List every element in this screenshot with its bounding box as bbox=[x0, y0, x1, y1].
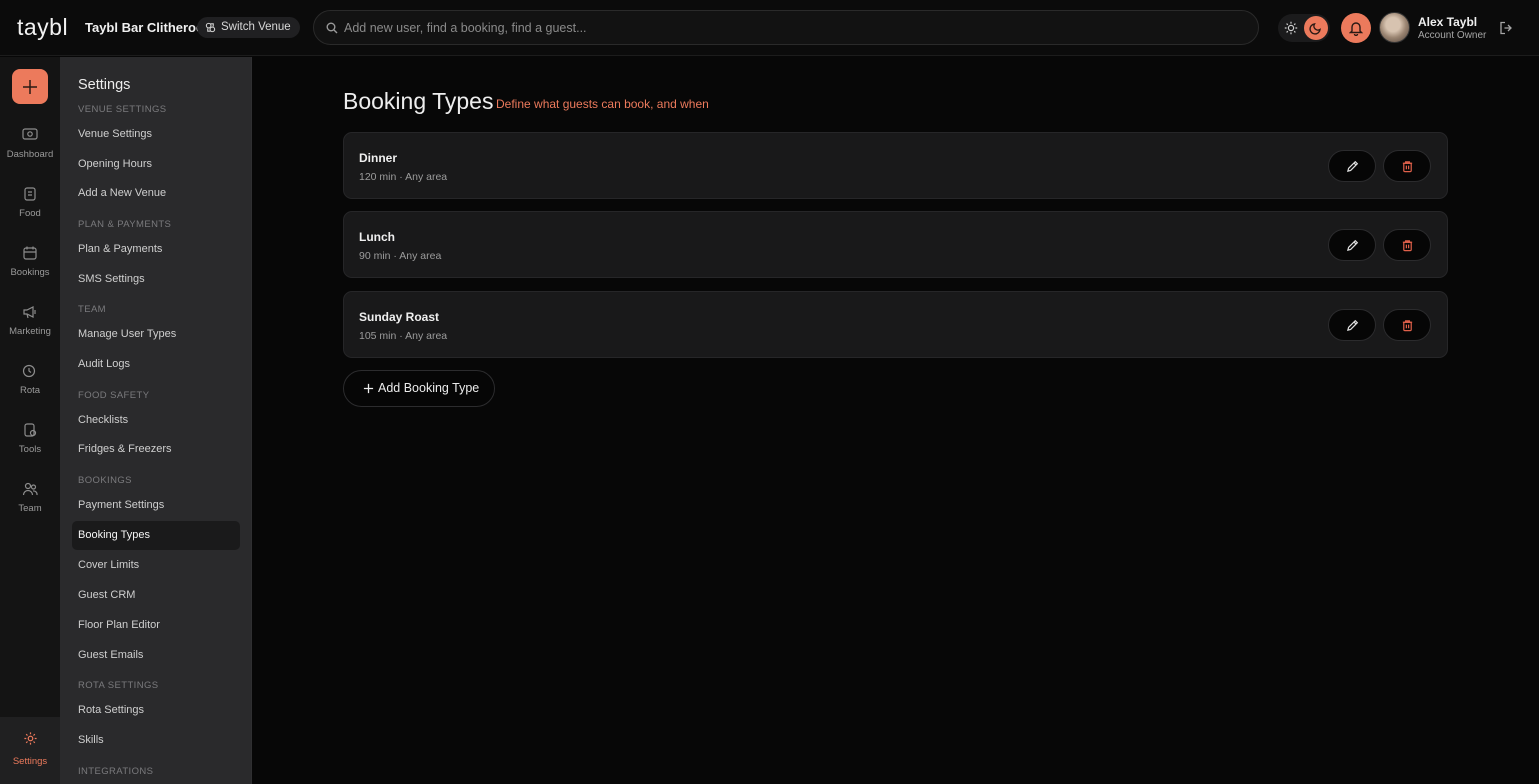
gear-icon bbox=[24, 732, 37, 745]
nav-section-rota-settings: ROTA SETTINGS bbox=[78, 680, 159, 691]
nav-item-guest-emails[interactable]: Guest Emails bbox=[72, 641, 240, 670]
rail-item-settings[interactable]: Settings bbox=[0, 717, 60, 784]
booking-type-meta: 120 min · Any area bbox=[359, 171, 448, 183]
rail-item-bookings[interactable]: Bookings bbox=[0, 245, 60, 295]
rail-item-rota[interactable]: Rota bbox=[0, 363, 60, 413]
moon-icon bbox=[1309, 23, 1321, 35]
theme-toggle[interactable] bbox=[1278, 14, 1330, 42]
icon-rail: Dashboard Food Bookings Marketing Rota T… bbox=[0, 57, 60, 784]
nav-item-skills[interactable]: Skills bbox=[72, 726, 240, 755]
notifications-button[interactable] bbox=[1341, 13, 1371, 43]
rail-item-marketing[interactable]: Marketing bbox=[0, 304, 60, 354]
search-input[interactable] bbox=[344, 11, 1244, 44]
pencil-icon bbox=[1347, 239, 1359, 251]
rail-label-marketing: Marketing bbox=[9, 326, 51, 337]
nav-item-fridges-freezers[interactable]: Fridges & Freezers bbox=[72, 435, 240, 464]
megaphone-icon bbox=[23, 306, 36, 319]
settings-nav: Settings VENUE SETTINGS Venue Settings O… bbox=[60, 57, 252, 784]
nav-section-team: TEAM bbox=[78, 304, 106, 315]
booking-type-name: Lunch bbox=[359, 230, 395, 244]
booking-type-meta: 90 min · Any area bbox=[359, 250, 442, 262]
main-content: Booking Types Define what guests can boo… bbox=[252, 57, 1539, 784]
add-booking-type-button[interactable]: Add Booking Type bbox=[343, 370, 495, 407]
edit-button[interactable] bbox=[1328, 150, 1376, 182]
delete-button[interactable] bbox=[1383, 150, 1431, 182]
rail-item-dashboard[interactable]: Dashboard bbox=[0, 127, 60, 177]
trash-icon bbox=[1402, 320, 1413, 332]
avatar[interactable] bbox=[1379, 12, 1410, 43]
team-icon bbox=[22, 482, 38, 496]
food-icon bbox=[24, 187, 36, 201]
plus-icon bbox=[363, 383, 374, 394]
venue-name: Taybl Bar Clitheroe bbox=[85, 20, 204, 35]
booking-type-name: Dinner bbox=[359, 151, 398, 165]
switch-venue-label: Switch Venue bbox=[221, 21, 291, 33]
pencil-icon bbox=[1347, 319, 1359, 331]
taybl-logo[interactable]: taybl bbox=[17, 14, 68, 41]
nav-item-add-venue[interactable]: Add a New Venue bbox=[72, 179, 240, 208]
nav-section-integrations: INTEGRATIONS bbox=[78, 766, 154, 777]
nav-item-manage-user-types[interactable]: Manage User Types bbox=[72, 320, 240, 349]
nav-item-guest-crm[interactable]: Guest CRM bbox=[72, 581, 240, 610]
user-name: Alex Taybl bbox=[1418, 15, 1478, 29]
sun-icon[interactable] bbox=[1284, 21, 1298, 35]
nav-section-food-safety: FOOD SAFETY bbox=[78, 390, 150, 401]
trash-icon bbox=[1402, 240, 1413, 252]
page-title: Booking Types bbox=[343, 88, 494, 114]
search-bar[interactable] bbox=[313, 10, 1259, 45]
rail-item-tools[interactable]: Tools bbox=[0, 422, 60, 472]
booking-type-meta: 105 min · Any area bbox=[359, 330, 448, 342]
search-icon bbox=[326, 22, 338, 34]
rail-label-team: Team bbox=[18, 503, 42, 514]
nav-section-plan-payments: PLAN & PAYMENTS bbox=[78, 219, 172, 230]
rail-label-food: Food bbox=[19, 208, 41, 219]
booking-type-card[interactable]: Dinner 120 min · Any area bbox=[343, 132, 1448, 199]
add-booking-type-label: Add Booking Type bbox=[378, 381, 480, 395]
nav-item-payment-settings[interactable]: Payment Settings bbox=[72, 491, 240, 520]
booking-type-card[interactable]: Lunch 90 min · Any area bbox=[343, 211, 1448, 278]
nav-section-bookings: BOOKINGS bbox=[78, 475, 132, 486]
rail-label-bookings: Bookings bbox=[10, 267, 50, 278]
nav-item-audit-logs[interactable]: Audit Logs bbox=[72, 350, 240, 379]
nav-section-venue-settings: VENUE SETTINGS bbox=[78, 104, 167, 115]
dashboard-icon bbox=[22, 128, 38, 140]
rail-item-team[interactable]: Team bbox=[0, 481, 60, 531]
logout-icon[interactable] bbox=[1499, 21, 1513, 35]
booking-type-name: Sunday Roast bbox=[359, 310, 440, 324]
nav-item-cover-limits[interactable]: Cover Limits bbox=[72, 551, 240, 580]
nav-item-rota-settings[interactable]: Rota Settings bbox=[72, 696, 240, 725]
delete-button[interactable] bbox=[1383, 229, 1431, 261]
settings-nav-title: Settings bbox=[78, 77, 131, 93]
nav-item-sms-settings[interactable]: SMS Settings bbox=[72, 265, 240, 294]
booking-type-card[interactable]: Sunday Roast 105 min · Any area bbox=[343, 291, 1448, 358]
trash-icon bbox=[1402, 161, 1413, 173]
rail-label-tools: Tools bbox=[18, 444, 42, 455]
rail-label-settings: Settings bbox=[12, 756, 48, 767]
dark-mode-button[interactable] bbox=[1304, 16, 1328, 40]
page-subtitle: Define what guests can book, and when bbox=[496, 97, 709, 111]
rota-icon bbox=[22, 364, 36, 378]
nav-item-plan-payments[interactable]: Plan & Payments bbox=[72, 235, 240, 264]
nav-item-checklists[interactable]: Checklists bbox=[72, 406, 240, 435]
nav-item-opening-hours[interactable]: Opening Hours bbox=[72, 150, 240, 179]
rail-label-dashboard: Dashboard bbox=[6, 149, 54, 160]
user-role: Account Owner bbox=[1418, 30, 1487, 41]
switch-venue-icon bbox=[205, 22, 216, 33]
edit-button[interactable] bbox=[1328, 229, 1376, 261]
bookings-icon bbox=[23, 246, 37, 260]
pencil-icon bbox=[1347, 160, 1359, 172]
nav-item-booking-types[interactable]: Booking Types bbox=[72, 521, 240, 550]
top-bar: taybl Taybl Bar Clitheroe Switch Venue A… bbox=[0, 0, 1539, 56]
plus-icon bbox=[23, 80, 37, 94]
tools-icon bbox=[24, 423, 37, 437]
edit-button[interactable] bbox=[1328, 309, 1376, 341]
nav-item-venue-settings[interactable]: Venue Settings bbox=[72, 120, 240, 149]
bell-icon bbox=[1349, 22, 1363, 36]
delete-button[interactable] bbox=[1383, 309, 1431, 341]
rail-label-rota: Rota bbox=[19, 385, 41, 396]
switch-venue-button[interactable]: Switch Venue bbox=[197, 17, 300, 38]
rail-item-food[interactable]: Food bbox=[0, 186, 60, 236]
quick-add-button[interactable] bbox=[12, 69, 48, 104]
nav-item-floor-plan-editor[interactable]: Floor Plan Editor bbox=[72, 611, 240, 640]
